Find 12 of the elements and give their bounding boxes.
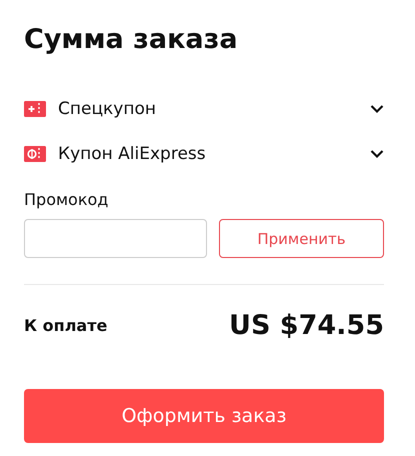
ticket-plus-icon (24, 100, 46, 116)
ticket-coin-icon (24, 146, 46, 162)
chevron-down-icon[interactable] (370, 104, 384, 114)
promo-field[interactable] (24, 219, 207, 258)
coupon-label[interactable]: Купон AliExpress (58, 144, 370, 164)
apply-button[interactable]: Применить (219, 219, 384, 258)
promo-label: Промокод (24, 190, 108, 209)
total-amount: US $74.55 (229, 310, 384, 340)
section-title: Сумма заказа (24, 23, 239, 57)
coupon-label[interactable]: Спецкупон (58, 98, 370, 118)
chevron-down-icon[interactable] (370, 148, 384, 158)
total-label: К оплате (24, 316, 108, 334)
